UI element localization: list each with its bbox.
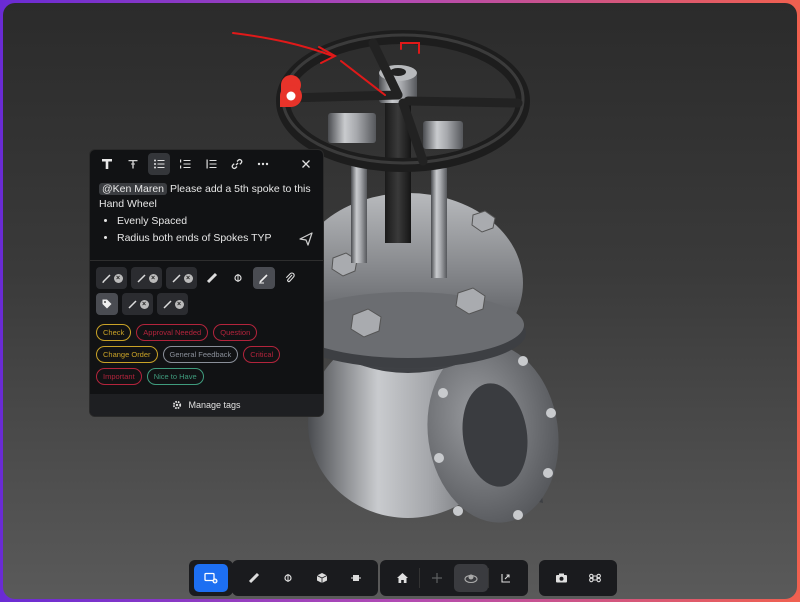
home-icon <box>396 573 408 583</box>
remove-icon[interactable]: × <box>148 273 158 283</box>
comment-editor[interactable]: @Ken Maren Please add a 5th spoke to thi… <box>90 178 323 260</box>
ruler-icon <box>248 572 260 584</box>
ruler-icon[interactable] <box>201 267 223 289</box>
manage-tags-label: Manage tags <box>188 400 241 410</box>
markup-attachment[interactable]: × <box>96 267 127 289</box>
draw-pen-icon[interactable] <box>253 267 275 289</box>
explode-button[interactable] <box>339 564 373 592</box>
pen-icon <box>162 299 172 309</box>
toolbar-group-tools <box>232 560 378 596</box>
tag-icon[interactable] <box>96 293 118 315</box>
explode-icon <box>351 575 361 581</box>
comment-panel: @Ken Maren Please add a 5th spoke to thi… <box>89 149 324 417</box>
pen-icon <box>136 273 146 283</box>
list-item: Evenly Spaced <box>117 214 314 229</box>
remove-icon[interactable]: × <box>113 273 123 283</box>
screenshot-button[interactable] <box>544 564 578 592</box>
pen-icon <box>171 273 181 283</box>
tag-important[interactable]: Important <box>96 368 142 385</box>
send-icon[interactable] <box>299 232 313 246</box>
gear-icon <box>173 400 182 410</box>
link-icon[interactable] <box>226 153 248 175</box>
bottom-toolbar <box>3 560 797 596</box>
tag-critical[interactable]: Critical <box>243 346 281 363</box>
tag-list: Check Approval Needed Question Change Or… <box>90 315 323 385</box>
markup-attachment[interactable]: × <box>122 293 153 315</box>
section-icon[interactable] <box>227 267 249 289</box>
numbered-list-icon[interactable] <box>174 153 196 175</box>
tag-approval-needed[interactable]: Approval Needed <box>136 324 209 341</box>
pan-button[interactable] <box>420 564 454 592</box>
fit-view-icon <box>501 574 510 583</box>
pen-icon <box>101 273 111 283</box>
fit-view-button[interactable] <box>489 564 523 592</box>
3d-viewport[interactable]: @Ken Maren Please add a 5th spoke to thi… <box>3 3 797 599</box>
plus-icon <box>432 573 442 583</box>
markup-attachment[interactable]: × <box>131 267 162 289</box>
list-item: Radius both ends of Spokes TYP <box>117 231 314 246</box>
camera-icon <box>555 573 567 583</box>
orbit-icon <box>464 574 478 584</box>
markup-attachment[interactable]: × <box>157 293 188 315</box>
pen-icon <box>127 299 137 309</box>
comment-add-icon <box>204 572 218 584</box>
remove-icon[interactable]: × <box>183 273 193 283</box>
paperclip-icon[interactable] <box>279 267 301 289</box>
remove-icon[interactable]: × <box>174 299 184 309</box>
tag-nice-to-have[interactable]: Nice to Have <box>146 368 204 385</box>
mention-chip[interactable]: @Ken Maren <box>99 183 168 195</box>
markup-attachment[interactable]: × <box>166 267 197 289</box>
orbit-button[interactable] <box>454 564 488 592</box>
toolbar-group-misc <box>539 560 617 596</box>
bullet-list: Evenly Spaced Radius both ends of Spokes… <box>117 214 314 246</box>
tag-general-feedback[interactable]: General Feedback <box>162 346 239 363</box>
bold-t-icon[interactable] <box>96 153 118 175</box>
home-view-button[interactable] <box>385 564 419 592</box>
toolbar-group-view <box>380 560 528 596</box>
markup-tools: × × × × × <box>90 261 323 315</box>
model-tree-button[interactable] <box>305 564 339 592</box>
remove-icon[interactable]: × <box>139 299 149 309</box>
cube-icon <box>316 573 328 583</box>
tag-change-order[interactable]: Change Order <box>96 346 158 363</box>
quote-icon[interactable] <box>200 153 222 175</box>
add-comment-button[interactable] <box>194 564 228 592</box>
shortcuts-button[interactable] <box>578 564 612 592</box>
manage-tags-button[interactable]: Manage tags <box>90 394 323 416</box>
section-button[interactable] <box>271 564 305 592</box>
close-icon[interactable] <box>295 153 317 175</box>
text-size-icon[interactable] <box>122 153 144 175</box>
toolbar-group-comment <box>189 560 233 596</box>
command-icon <box>589 573 601 583</box>
section-icon <box>284 574 292 582</box>
comment-pin-marker <box>280 75 302 107</box>
tag-question[interactable]: Question <box>213 324 258 341</box>
measure-button[interactable] <box>237 564 271 592</box>
more-icon[interactable] <box>252 153 274 175</box>
bullet-list-icon[interactable] <box>148 153 170 175</box>
format-toolbar <box>90 150 323 178</box>
tag-check[interactable]: Check <box>96 324 132 341</box>
